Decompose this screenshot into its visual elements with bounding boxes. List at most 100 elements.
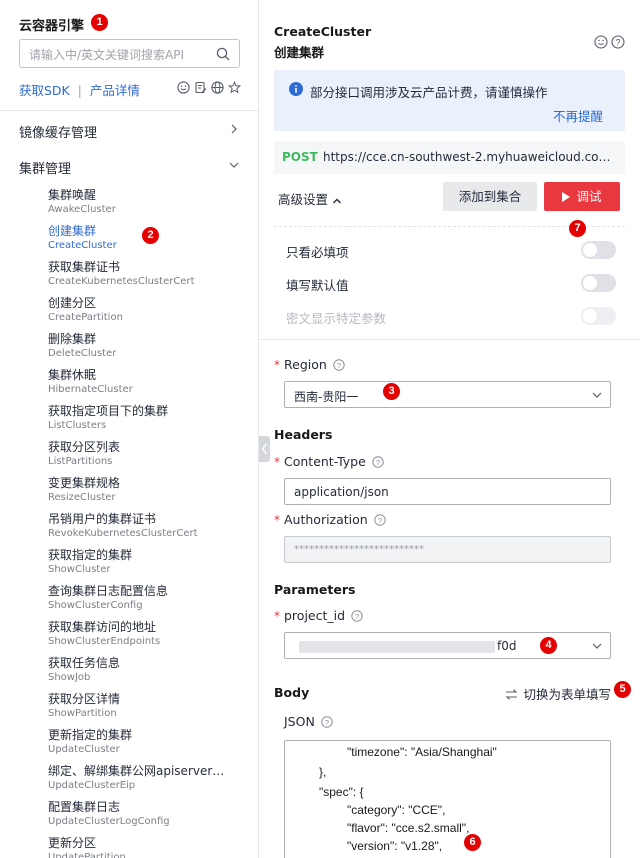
api-name-cn: 获取分区详情 bbox=[48, 692, 121, 706]
json-editor[interactable]: "timezone": "Asia/Shanghai" }, "spec": {… bbox=[284, 740, 611, 858]
json-label: JSON bbox=[284, 714, 315, 729]
required-only-label: 只看必填项 bbox=[286, 245, 349, 260]
parameters-title: Parameters bbox=[274, 582, 356, 597]
smile-feedback-icon[interactable] bbox=[177, 81, 190, 94]
star-icon[interactable] bbox=[228, 81, 241, 94]
switch-to-form-button[interactable]: 切换为表单填写 bbox=[505, 684, 611, 703]
region-label: Region bbox=[284, 357, 327, 372]
project-id-select[interactable]: f0d bbox=[284, 632, 611, 659]
api-search-input[interactable]: 请输入中/英文关键词搜索API bbox=[19, 39, 240, 68]
document-edit-icon[interactable] bbox=[194, 81, 207, 94]
api-list-item[interactable]: 获取任务信息 ShowJob bbox=[48, 656, 248, 692]
api-list-item[interactable]: 变更集群规格 ResizeCluster bbox=[48, 476, 248, 512]
globe-icon[interactable] bbox=[211, 81, 224, 94]
advanced-settings-label: 高级设置 bbox=[278, 192, 329, 207]
group-label: 集群管理 bbox=[19, 162, 72, 177]
api-list-item[interactable]: 获取集群证书 CreateKubernetesClusterCert bbox=[48, 260, 248, 296]
svg-text:?: ? bbox=[337, 360, 341, 369]
annotation-badge: 5 bbox=[614, 681, 631, 698]
help-icon[interactable]: ? bbox=[374, 513, 386, 526]
annotation-badge: 3 bbox=[383, 383, 400, 400]
api-list-item[interactable]: 获取分区详情 ShowPartition bbox=[48, 692, 248, 728]
advanced-settings-toggle[interactable]: 高级设置 bbox=[278, 189, 342, 208]
required-only-toggle[interactable] bbox=[581, 241, 616, 259]
api-list-item[interactable]: 绑定、解绑集群公网apiserver… UpdateClusterEip bbox=[48, 764, 248, 800]
panel-divider bbox=[260, 339, 640, 340]
api-name-cn: 创建集群 bbox=[48, 224, 97, 238]
api-name-cn: 查询集群日志配置信息 bbox=[48, 584, 169, 598]
api-list-item[interactable]: 吊销用户的集群证书 RevokeKubernetesClusterCert bbox=[48, 512, 248, 548]
show-ciphertext-label: 密文显示特定参数 bbox=[286, 311, 387, 326]
chevron-up-icon bbox=[333, 198, 342, 203]
region-select[interactable]: 西南-贵阳一 bbox=[284, 381, 611, 408]
annotation-badge: 1 bbox=[91, 14, 108, 31]
api-list-item[interactable]: 删除集群 DeleteCluster bbox=[48, 332, 248, 368]
redacted-project-id bbox=[299, 641, 495, 653]
help-icon[interactable]: ? bbox=[333, 358, 345, 371]
smile-feedback-icon[interactable] bbox=[594, 35, 608, 49]
help-icon[interactable]: ? bbox=[372, 455, 384, 468]
api-list-item[interactable]: 集群唤醒 AwakeCluster bbox=[48, 188, 248, 224]
api-list-item[interactable]: 更新分区 UpdatePartition bbox=[48, 836, 248, 858]
fill-defaults-toggle[interactable] bbox=[581, 274, 616, 292]
api-name-en: UpdateCluster bbox=[48, 744, 120, 755]
content-type-input[interactable]: application/json bbox=[284, 478, 611, 505]
api-list-item[interactable]: 集群休眠 HibernateCluster bbox=[48, 368, 248, 404]
api-name-cn: 获取指定项目下的集群 bbox=[48, 404, 169, 418]
api-name-en: ShowCluster bbox=[48, 564, 111, 575]
api-list-item[interactable]: 获取指定项目下的集群 ListClusters bbox=[48, 404, 248, 440]
json-label-row: JSON? bbox=[284, 714, 333, 729]
debug-label: 调试 bbox=[576, 189, 602, 204]
required-marker: * bbox=[274, 358, 280, 372]
api-list-item[interactable]: 获取指定的集群 ShowCluster bbox=[48, 548, 248, 584]
required-marker: * bbox=[274, 513, 280, 527]
api-list-item[interactable]: 获取分区列表 ListPartitions bbox=[48, 440, 248, 476]
group-image-cache[interactable]: 镜像缓存管理 bbox=[19, 122, 241, 141]
required-marker: * bbox=[274, 609, 280, 623]
search-icon[interactable] bbox=[216, 47, 230, 61]
add-to-collection-button[interactable]: 添加到集合 bbox=[443, 182, 537, 211]
debug-button[interactable]: 调试 bbox=[544, 182, 620, 211]
authorization-label: Authorization bbox=[284, 512, 368, 527]
content-type-label: Content-Type bbox=[284, 454, 366, 469]
switch-to-form-label: 切换为表单填写 bbox=[523, 687, 611, 702]
project-id-label-row: * project_id? bbox=[274, 608, 363, 623]
api-name-cn: 获取任务信息 bbox=[48, 656, 121, 670]
dont-remind-link[interactable]: 不再提醒 bbox=[553, 106, 603, 125]
product-details-link[interactable]: 产品详情 bbox=[90, 83, 140, 98]
service-title: 云容器引擎 bbox=[19, 19, 85, 34]
json-line: }, bbox=[319, 765, 327, 779]
api-name-cn: 集群唤醒 bbox=[48, 188, 97, 202]
api-debug-panel: CreateCluster 创建集群 ? 部分接口调用涉及云产品计费，请谨慎操作… bbox=[260, 0, 640, 858]
info-icon bbox=[289, 82, 303, 96]
help-icon[interactable]: ? bbox=[351, 609, 363, 622]
annotation-badge: 4 bbox=[540, 637, 557, 654]
api-list-item[interactable]: 创建分区 CreatePartition bbox=[48, 296, 248, 332]
group-cluster-management[interactable]: 集群管理 bbox=[19, 158, 241, 177]
api-name-cn: 获取指定的集群 bbox=[48, 548, 133, 562]
api-name-cn: 删除集群 bbox=[48, 332, 97, 346]
get-sdk-link[interactable]: 获取SDK bbox=[19, 83, 70, 98]
required-marker: * bbox=[274, 455, 280, 469]
api-list-item[interactable]: 更新指定的集群 UpdateCluster bbox=[48, 728, 248, 764]
json-line: "category": "CCE", bbox=[347, 803, 446, 817]
svg-text:?: ? bbox=[325, 717, 329, 726]
api-list-item[interactable]: 查询集群日志配置信息 ShowClusterConfig bbox=[48, 584, 248, 620]
fill-defaults-label: 填写默认值 bbox=[286, 278, 349, 293]
request-url: POST https://cce.cn-southwest-2.myhuawei… bbox=[274, 141, 625, 174]
api-name-cn: 吊销用户的集群证书 bbox=[48, 512, 157, 526]
api-name-en: AwakeCluster bbox=[48, 204, 116, 215]
api-name-en: ShowClusterConfig bbox=[48, 600, 143, 611]
api-list-item[interactable]: 配置集群日志 UpdateClusterLogConfig bbox=[48, 800, 248, 836]
api-name-en: ShowJob bbox=[48, 672, 91, 683]
annotation-badge: 2 bbox=[142, 227, 159, 244]
api-list-item[interactable]: 获取集群访问的地址 ShowClusterEndpoints bbox=[48, 620, 248, 656]
request-url-text: https://cce.cn-southwest-2.myhuaweicloud… bbox=[323, 150, 619, 164]
help-icon[interactable]: ? bbox=[321, 715, 333, 728]
svg-text:?: ? bbox=[615, 37, 620, 47]
chevron-right-icon bbox=[231, 124, 237, 134]
api-name-en: UpdateClusterEip bbox=[48, 780, 136, 791]
operation-name-en: CreateCluster bbox=[274, 24, 372, 39]
api-name-cn: 更新指定的集群 bbox=[48, 728, 133, 742]
help-icon[interactable]: ? bbox=[611, 35, 625, 49]
